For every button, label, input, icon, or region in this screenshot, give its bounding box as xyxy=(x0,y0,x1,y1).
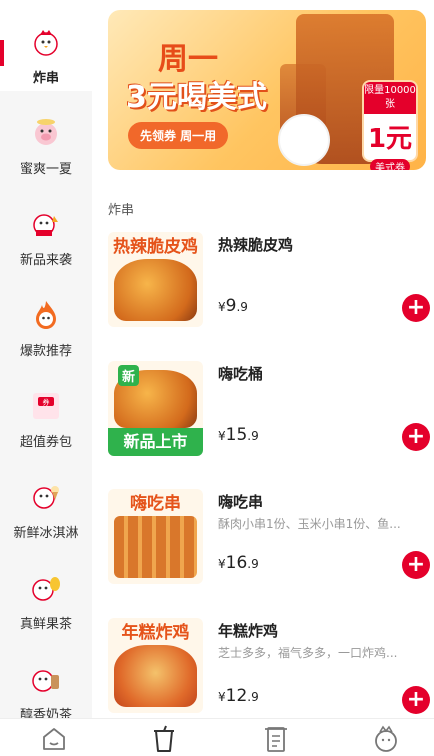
active-indicator xyxy=(0,40,4,66)
sidebar-item-quanbao[interactable]: 券 超值券包 xyxy=(0,364,92,455)
category-sidebar: 炸串 蜜爽一夏 新品来袭 爆款推荐 券 超值券包 新鲜冰淇淋 真鲜果茶 醇香奶茶 xyxy=(0,0,92,723)
add-to-cart-button[interactable]: + xyxy=(402,423,430,451)
new-tag: 新 xyxy=(118,365,140,386)
product-image-label: 新品上市 xyxy=(108,428,203,456)
chicken-mascot-icon xyxy=(34,30,58,56)
currency-symbol: ¥ xyxy=(218,429,226,443)
banner-subheadline: 3元喝美式 xyxy=(126,80,267,115)
product-price: ¥9.9 xyxy=(218,296,248,316)
sidebar-item-guocha[interactable]: 真鲜果茶 xyxy=(0,546,92,637)
chicken-mascot-icon xyxy=(33,214,58,236)
mascot-profile-icon xyxy=(375,725,397,752)
sidebar-item-label: 爆款推荐 xyxy=(19,344,72,359)
tab-home[interactable] xyxy=(40,725,68,753)
sidebar-item-label: 炸串 xyxy=(32,71,59,86)
app-root: 炸串 蜜爽一夏 新品来袭 爆款推荐 券 超值券包 新鲜冰淇淋 真鲜果茶 醇香奶茶 xyxy=(0,0,434,756)
add-to-cart-button[interactable]: + xyxy=(402,551,430,579)
product-image-label: 嗨吃串 xyxy=(130,494,181,514)
promo-banner[interactable]: 周一 3元喝美式 先领券 周一用 限量10000张 1元 美式券 xyxy=(108,10,426,170)
product-name: 热辣脆皮鸡 xyxy=(218,236,294,254)
fruit-tea-mascot-icon xyxy=(32,577,60,601)
sidebar-item-label: 新品来袭 xyxy=(19,253,72,268)
sidebar-item-mishuang[interactable]: 蜜爽一夏 xyxy=(0,91,92,182)
price-decimal: .9 xyxy=(236,300,248,314)
currency-symbol: ¥ xyxy=(218,300,226,314)
mascot-image xyxy=(278,114,330,166)
tab-menu[interactable] xyxy=(150,725,178,753)
price-integer: 16 xyxy=(225,553,248,573)
price-integer: 9 xyxy=(225,296,237,316)
price-decimal: .9 xyxy=(247,557,259,571)
food-image xyxy=(114,516,197,578)
sidebar-item-label: 新鲜冰淇淋 xyxy=(13,526,79,541)
product-image: 热辣脆皮鸡 xyxy=(108,232,203,327)
cup-icon xyxy=(154,725,174,752)
tab-profile[interactable] xyxy=(372,725,400,753)
product-price: ¥12.9 xyxy=(218,686,259,706)
product-image-label: 年糕炸鸡 xyxy=(121,623,190,643)
product-description: 酥肉小串1份、玉米小串1份、鱼... xyxy=(218,517,401,531)
currency-symbol: ¥ xyxy=(218,557,226,571)
coupon-card: 限量10000张 1元 美式券 xyxy=(362,80,418,170)
add-to-cart-button[interactable]: + xyxy=(402,294,430,322)
product-image: 年糕炸鸡 xyxy=(108,618,203,713)
product-card[interactable]: 嗨吃串 嗨吃串 酥肉小串1份、玉米小串1份、鱼... ¥16.9 + xyxy=(108,489,430,607)
food-image xyxy=(114,645,197,707)
sidebar-item-xinpin[interactable]: 新品来袭 xyxy=(0,182,92,273)
product-card[interactable]: 新 新品上市 嗨吃桶 ¥15.9 + xyxy=(108,361,430,479)
tab-orders[interactable] xyxy=(262,725,290,753)
banner-cta-pill[interactable]: 先领券 周一用 xyxy=(128,122,229,149)
product-image-label: 热辣脆皮鸡 xyxy=(113,237,198,257)
ice-cream-mascot-icon xyxy=(33,486,59,509)
currency-symbol: ¥ xyxy=(218,690,226,704)
sidebar-item-zhachuan[interactable]: 炸串 xyxy=(0,0,92,91)
coupon-type: 美式券 xyxy=(370,159,410,170)
price-integer: 15 xyxy=(225,425,248,445)
price-decimal: .9 xyxy=(247,429,259,443)
sidebar-item-baokuan[interactable]: 爆款推荐 xyxy=(0,273,92,364)
price-integer: 12 xyxy=(225,686,248,706)
product-image: 嗨吃串 xyxy=(108,489,203,584)
pig-mascot-icon xyxy=(35,119,57,145)
order-list-icon xyxy=(265,727,287,752)
add-to-cart-button[interactable]: + xyxy=(402,686,430,714)
food-image xyxy=(114,259,197,321)
product-image: 新 新品上市 xyxy=(108,361,203,456)
coupon-value: 1元 xyxy=(367,124,413,154)
svg-text:券: 券 xyxy=(43,398,50,407)
coupon-icon: 券 xyxy=(33,393,59,419)
price-decimal: .9 xyxy=(247,690,259,704)
sidebar-item-bingqilin[interactable]: 新鲜冰淇淋 xyxy=(0,455,92,546)
sidebar-item-label: 真鲜果茶 xyxy=(19,617,72,632)
section-title: 炸串 xyxy=(108,203,135,218)
product-description: 芝士多多，福气多多，一口炸鸡... xyxy=(218,646,398,660)
home-icon xyxy=(43,728,65,750)
fire-mascot-icon xyxy=(36,301,56,329)
product-name: 嗨吃桶 xyxy=(218,365,264,383)
product-name: 年糕炸鸡 xyxy=(218,622,279,640)
product-card[interactable]: 热辣脆皮鸡 热辣脆皮鸡 ¥9.9 + xyxy=(108,232,430,350)
product-price: ¥15.9 xyxy=(218,425,259,445)
sidebar-item-label: 蜜爽一夏 xyxy=(19,162,72,177)
sidebar-item-label: 超值券包 xyxy=(19,435,72,450)
milk-tea-mascot-icon xyxy=(32,670,59,692)
product-price: ¥16.9 xyxy=(218,553,259,573)
bottom-tab-bar xyxy=(0,718,434,756)
sidebar-item-naicha[interactable]: 醇香奶茶 xyxy=(0,637,92,728)
product-name: 嗨吃串 xyxy=(218,493,264,511)
coupon-limit-text: 限量10000张 xyxy=(364,82,416,114)
